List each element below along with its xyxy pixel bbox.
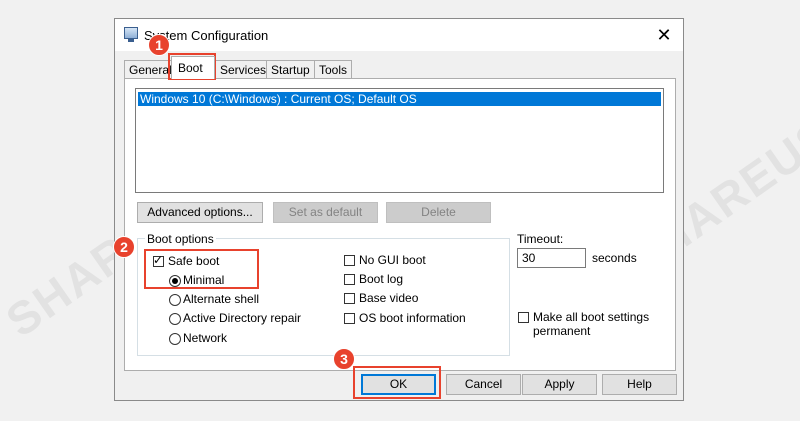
active-directory-repair-label: Active Directory repair xyxy=(183,311,302,325)
make-permanent-label-line2: permanent xyxy=(533,324,591,338)
tab-boot[interactable]: Boot xyxy=(171,56,215,79)
os-boot-information-label: OS boot information xyxy=(359,311,466,325)
close-button[interactable]: ✕ xyxy=(651,22,677,48)
timeout-input[interactable]: 30 xyxy=(517,248,586,268)
base-video-checkbox[interactable] xyxy=(344,293,355,304)
title-bar[interactable]: System Configuration ✕ xyxy=(115,19,683,51)
make-permanent-label-line1: Make all boot settings xyxy=(533,310,650,324)
tab-startup[interactable]: Startup xyxy=(266,60,315,78)
alternate-shell-label: Alternate shell xyxy=(183,292,260,306)
highlight-safe-boot-minimal xyxy=(144,249,259,289)
no-gui-boot-checkbox[interactable] xyxy=(344,255,355,266)
base-video-label: Base video xyxy=(359,291,419,305)
cancel-button[interactable]: Cancel xyxy=(446,374,521,395)
boot-log-checkbox[interactable] xyxy=(344,274,355,285)
highlight-ok-button xyxy=(353,366,441,399)
no-gui-boot-label: No GUI boot xyxy=(359,253,426,267)
help-button[interactable]: Help xyxy=(602,374,677,395)
step-1-badge: 1 xyxy=(148,34,170,56)
network-label: Network xyxy=(183,331,228,345)
advanced-options-button[interactable]: Advanced options... xyxy=(137,202,263,223)
tab-services[interactable]: Services xyxy=(215,60,272,78)
step-2-badge: 2 xyxy=(113,236,135,258)
active-directory-repair-radio[interactable] xyxy=(169,313,181,325)
os-boot-information-checkbox[interactable] xyxy=(344,313,355,324)
system-configuration-icon xyxy=(124,27,138,42)
timeout-unit-label: seconds xyxy=(592,251,637,265)
timeout-label: Timeout: xyxy=(517,232,564,246)
boot-log-label: Boot log xyxy=(359,272,404,286)
boot-entries-list[interactable]: Windows 10 (C:\Windows) : Current OS; De… xyxy=(135,88,664,193)
alternate-shell-radio[interactable] xyxy=(169,294,181,306)
step-3-badge: 3 xyxy=(333,348,355,370)
apply-button[interactable]: Apply xyxy=(522,374,597,395)
network-radio[interactable] xyxy=(169,333,181,345)
boot-entry-selected[interactable]: Windows 10 (C:\Windows) : Current OS; De… xyxy=(138,92,661,106)
set-as-default-button[interactable]: Set as default xyxy=(273,202,378,223)
system-configuration-window: System Configuration ✕ General Boot Serv… xyxy=(114,18,684,401)
make-permanent-checkbox[interactable] xyxy=(518,312,529,323)
delete-button[interactable]: Delete xyxy=(386,202,491,223)
tab-tools[interactable]: Tools xyxy=(314,60,353,78)
boot-options-label: Boot options xyxy=(145,232,216,246)
